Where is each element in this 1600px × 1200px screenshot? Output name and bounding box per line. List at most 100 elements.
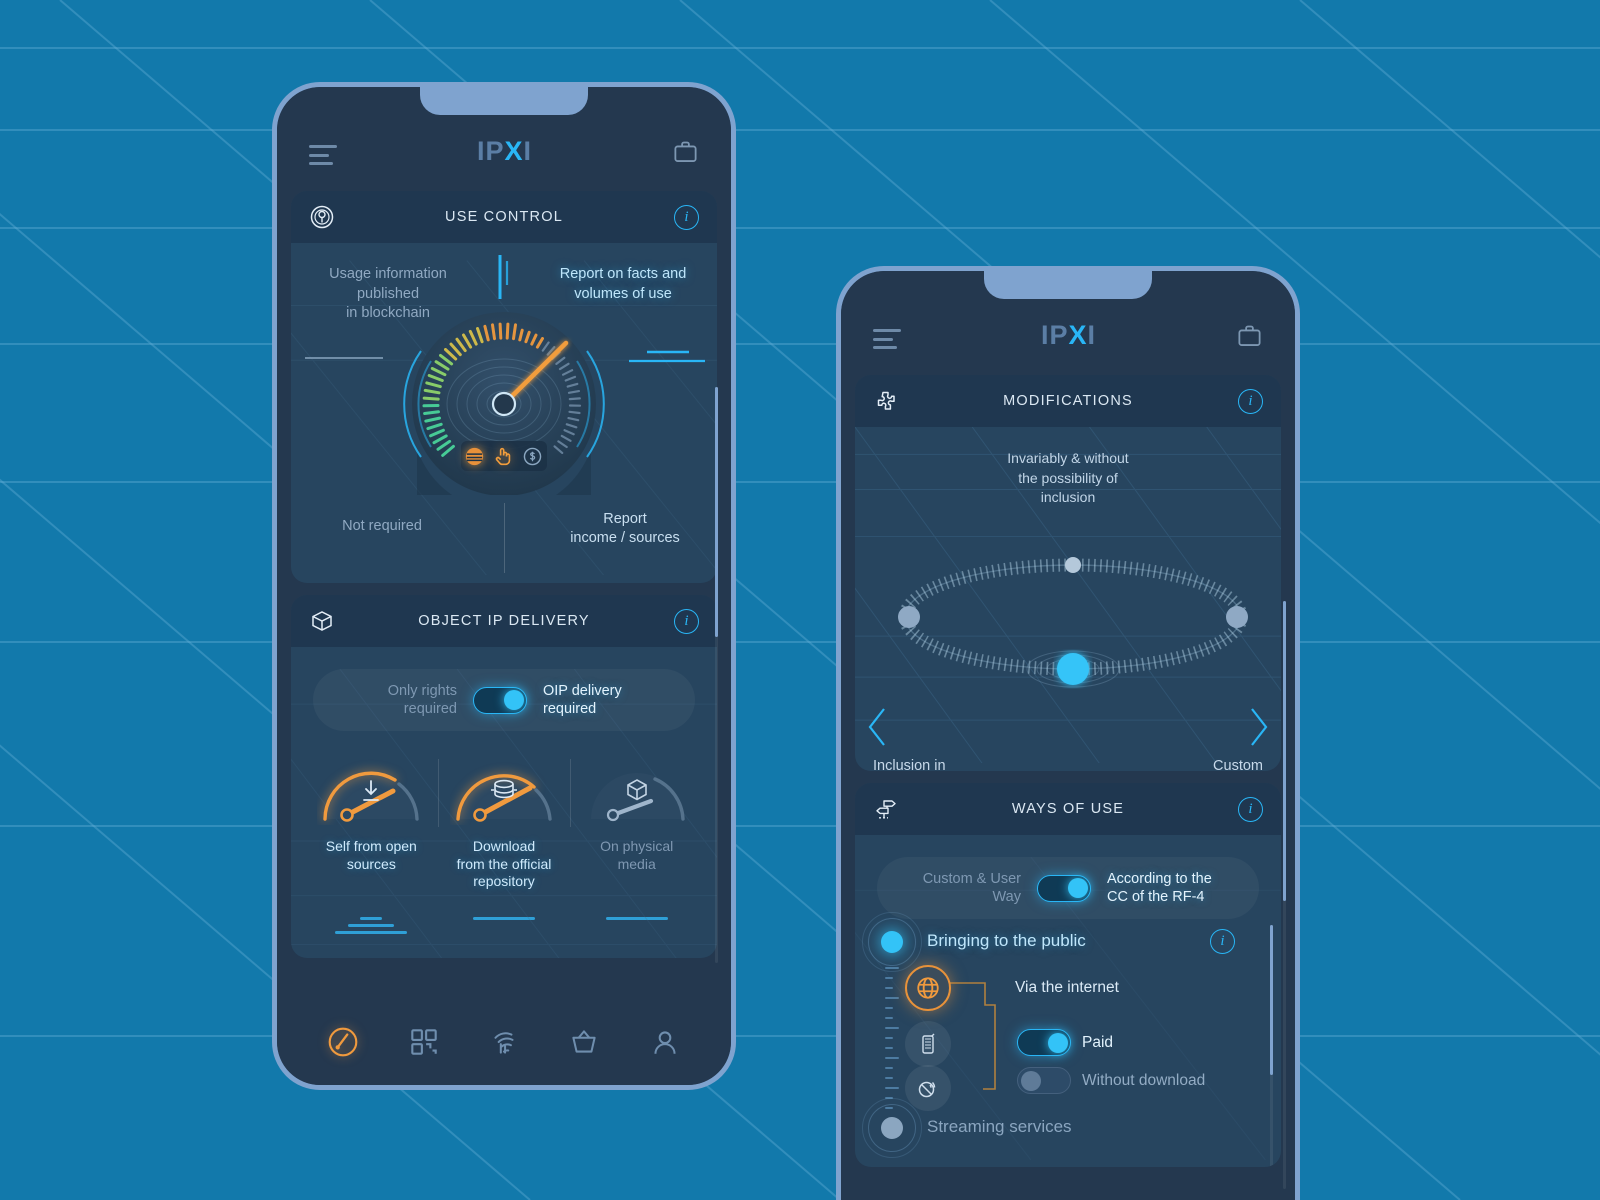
list-node-inactive[interactable] — [862, 1098, 922, 1158]
phone2-screen: IPXI MODIFICATIONS i Invariably & withou… — [841, 271, 1295, 1200]
delivery-toggle-right-label: OIP delivery required — [543, 682, 622, 717]
modifications-left-label[interactable]: Inclusion in collections — [873, 757, 946, 771]
delivery-toggle-left-label: Only rights required — [387, 682, 457, 717]
phone-mockup-1: IPXI USE CONTROL i Usage information pub… — [272, 82, 736, 1090]
use-control-title: USE CONTROL — [445, 209, 563, 225]
stack-bar-group — [570, 916, 703, 934]
phone-notch — [420, 87, 588, 115]
ways-toggle[interactable] — [1037, 874, 1091, 902]
object-ip-delivery-body: Only rights required OIP delivery requir… — [291, 669, 717, 958]
globe-internet-icon — [917, 977, 939, 999]
info-icon[interactable]: i — [1210, 929, 1235, 954]
fingerprint-icon[interactable] — [487, 1025, 521, 1059]
gauge-left-line — [305, 357, 383, 359]
chevron-left-icon[interactable] — [865, 705, 891, 749]
app-logo: IPXI — [1041, 322, 1096, 349]
list-item-label[interactable]: Bringing to the public — [927, 931, 1086, 951]
gauge-pill-icons — [463, 445, 544, 468]
delivery-stack-bars — [291, 891, 717, 958]
switch-paid-row: Paid — [1017, 1029, 1113, 1056]
object-ip-delivery-header: OBJECT IP DELIVERY i — [291, 595, 717, 647]
app-logo: IPXI — [477, 138, 532, 165]
mobile-phone-icon — [922, 1033, 935, 1054]
phone1-screen: IPXI USE CONTROL i Usage information pub… — [277, 87, 731, 1085]
phone-notch — [984, 271, 1152, 299]
logo-part-x: X — [1068, 320, 1088, 350]
card-ways-of-use: WAYS OF USE i Custom & User Way Accordin… — [855, 783, 1281, 1167]
logo-part-i: I — [1087, 320, 1097, 350]
info-icon[interactable]: i — [674, 204, 699, 230]
mini-gauge-active — [323, 771, 420, 822]
modifications-top-label: Invariably & without the possibility of … — [1007, 450, 1129, 506]
phone-mockup-2: IPXI MODIFICATIONS i Invariably & withou… — [836, 266, 1300, 1200]
ways-of-use-header: WAYS OF USE i — [855, 783, 1281, 835]
qr-code-icon[interactable] — [407, 1025, 441, 1059]
gauge-top-marker — [498, 255, 509, 299]
delivery-option-label: Download from the official repository — [456, 838, 552, 889]
channel-globe-internet[interactable] — [905, 965, 951, 1011]
scrollbar-thumb[interactable] — [1270, 925, 1273, 1075]
chevron-right-icon[interactable] — [1245, 705, 1271, 749]
page-scrollbar-thumb[interactable] — [1283, 601, 1286, 901]
mini-gauge-active — [456, 773, 552, 822]
gauge-right-lines — [629, 350, 705, 363]
ways-of-use-body: Custom & User Way According to the CC of… — [855, 857, 1281, 1167]
card-use-control: USE CONTROL i Usage information publishe… — [291, 191, 717, 583]
hamburger-menu-icon[interactable] — [873, 329, 901, 349]
hand-click-icon[interactable] — [492, 445, 515, 468]
logo-part-ip: IP — [476, 136, 505, 166]
use-control-gauge[interactable] — [391, 299, 617, 512]
modifications-right-label[interactable]: Custom Processing — [1191, 757, 1263, 771]
switch-without-download[interactable] — [1017, 1067, 1071, 1094]
channel-label: Via the internet — [1015, 979, 1119, 996]
info-icon[interactable]: i — [1238, 796, 1263, 822]
ways-toggle-right-label: According to the CC of the RF-4 — [1107, 870, 1212, 905]
switch-without-download-row: Without download — [1017, 1067, 1205, 1094]
channel-mobile-phone[interactable] — [905, 1021, 951, 1067]
signpost-icon — [876, 800, 896, 819]
delivery-options: Self from open sources Download from the… — [291, 731, 717, 891]
package-box-icon — [312, 611, 332, 631]
delivery-toggle-row: Only rights required OIP delivery requir… — [313, 669, 695, 731]
modifications-body: Invariably & without the possibility of … — [855, 427, 1281, 771]
basket-icon[interactable] — [567, 1025, 601, 1059]
divider — [504, 503, 505, 573]
logo-part-x: X — [504, 136, 524, 166]
list-item-label[interactable]: Streaming services — [927, 1117, 1072, 1137]
satellite-dish-icon — [918, 1081, 936, 1098]
delivery-option-label: On physical media — [600, 838, 674, 872]
blockchain-layers-icon[interactable] — [463, 445, 486, 468]
switch-paid-label: Paid — [1082, 1033, 1114, 1051]
delivery-option-self-open-sources[interactable]: Self from open sources — [305, 753, 438, 891]
bottom-navigation — [277, 999, 731, 1085]
modifications-orbit-selector[interactable] — [873, 517, 1273, 717]
scrollbar-thumb[interactable] — [715, 387, 718, 637]
list-node-active[interactable] — [862, 912, 922, 972]
logo-part-i: I — [523, 136, 533, 166]
dollar-coin-icon[interactable] — [521, 445, 544, 468]
card-object-ip-delivery: OBJECT IP DELIVERY i Only rights require — [291, 595, 717, 958]
switch-paid[interactable] — [1017, 1029, 1071, 1056]
briefcase-icon[interactable] — [1236, 322, 1263, 349]
stack-bar-group — [305, 916, 438, 934]
info-icon[interactable]: i — [1238, 388, 1263, 414]
ways-of-use-title: WAYS OF USE — [1011, 801, 1125, 817]
use-control-body: Usage information published in blockchai… — [291, 243, 717, 583]
delivery-toggle[interactable] — [473, 686, 527, 714]
use-control-header: USE CONTROL i — [291, 191, 717, 243]
logo-part-ip: IP — [1040, 320, 1069, 350]
user-profile-icon[interactable] — [648, 1025, 682, 1059]
delivery-option-physical-media[interactable]: On physical media — [570, 753, 703, 891]
briefcase-icon[interactable] — [672, 138, 699, 165]
ways-toggle-left-label: Custom & User Way — [922, 870, 1021, 905]
gauge-dashboard-icon[interactable] — [326, 1025, 360, 1059]
delivery-option-label: Self from open sources — [325, 838, 417, 872]
info-icon[interactable]: i — [674, 608, 699, 634]
mini-gauge-inactive — [590, 773, 685, 822]
card-modifications: MODIFICATIONS i Invariably & without the… — [855, 375, 1281, 771]
stack-bar-group — [438, 916, 571, 934]
channel-satellite-dish[interactable] — [905, 1065, 951, 1111]
hamburger-menu-icon[interactable] — [309, 145, 337, 165]
switch-without-download-label: Without download — [1082, 1071, 1206, 1089]
delivery-option-official-repository[interactable]: Download from the official repository — [437, 753, 571, 891]
